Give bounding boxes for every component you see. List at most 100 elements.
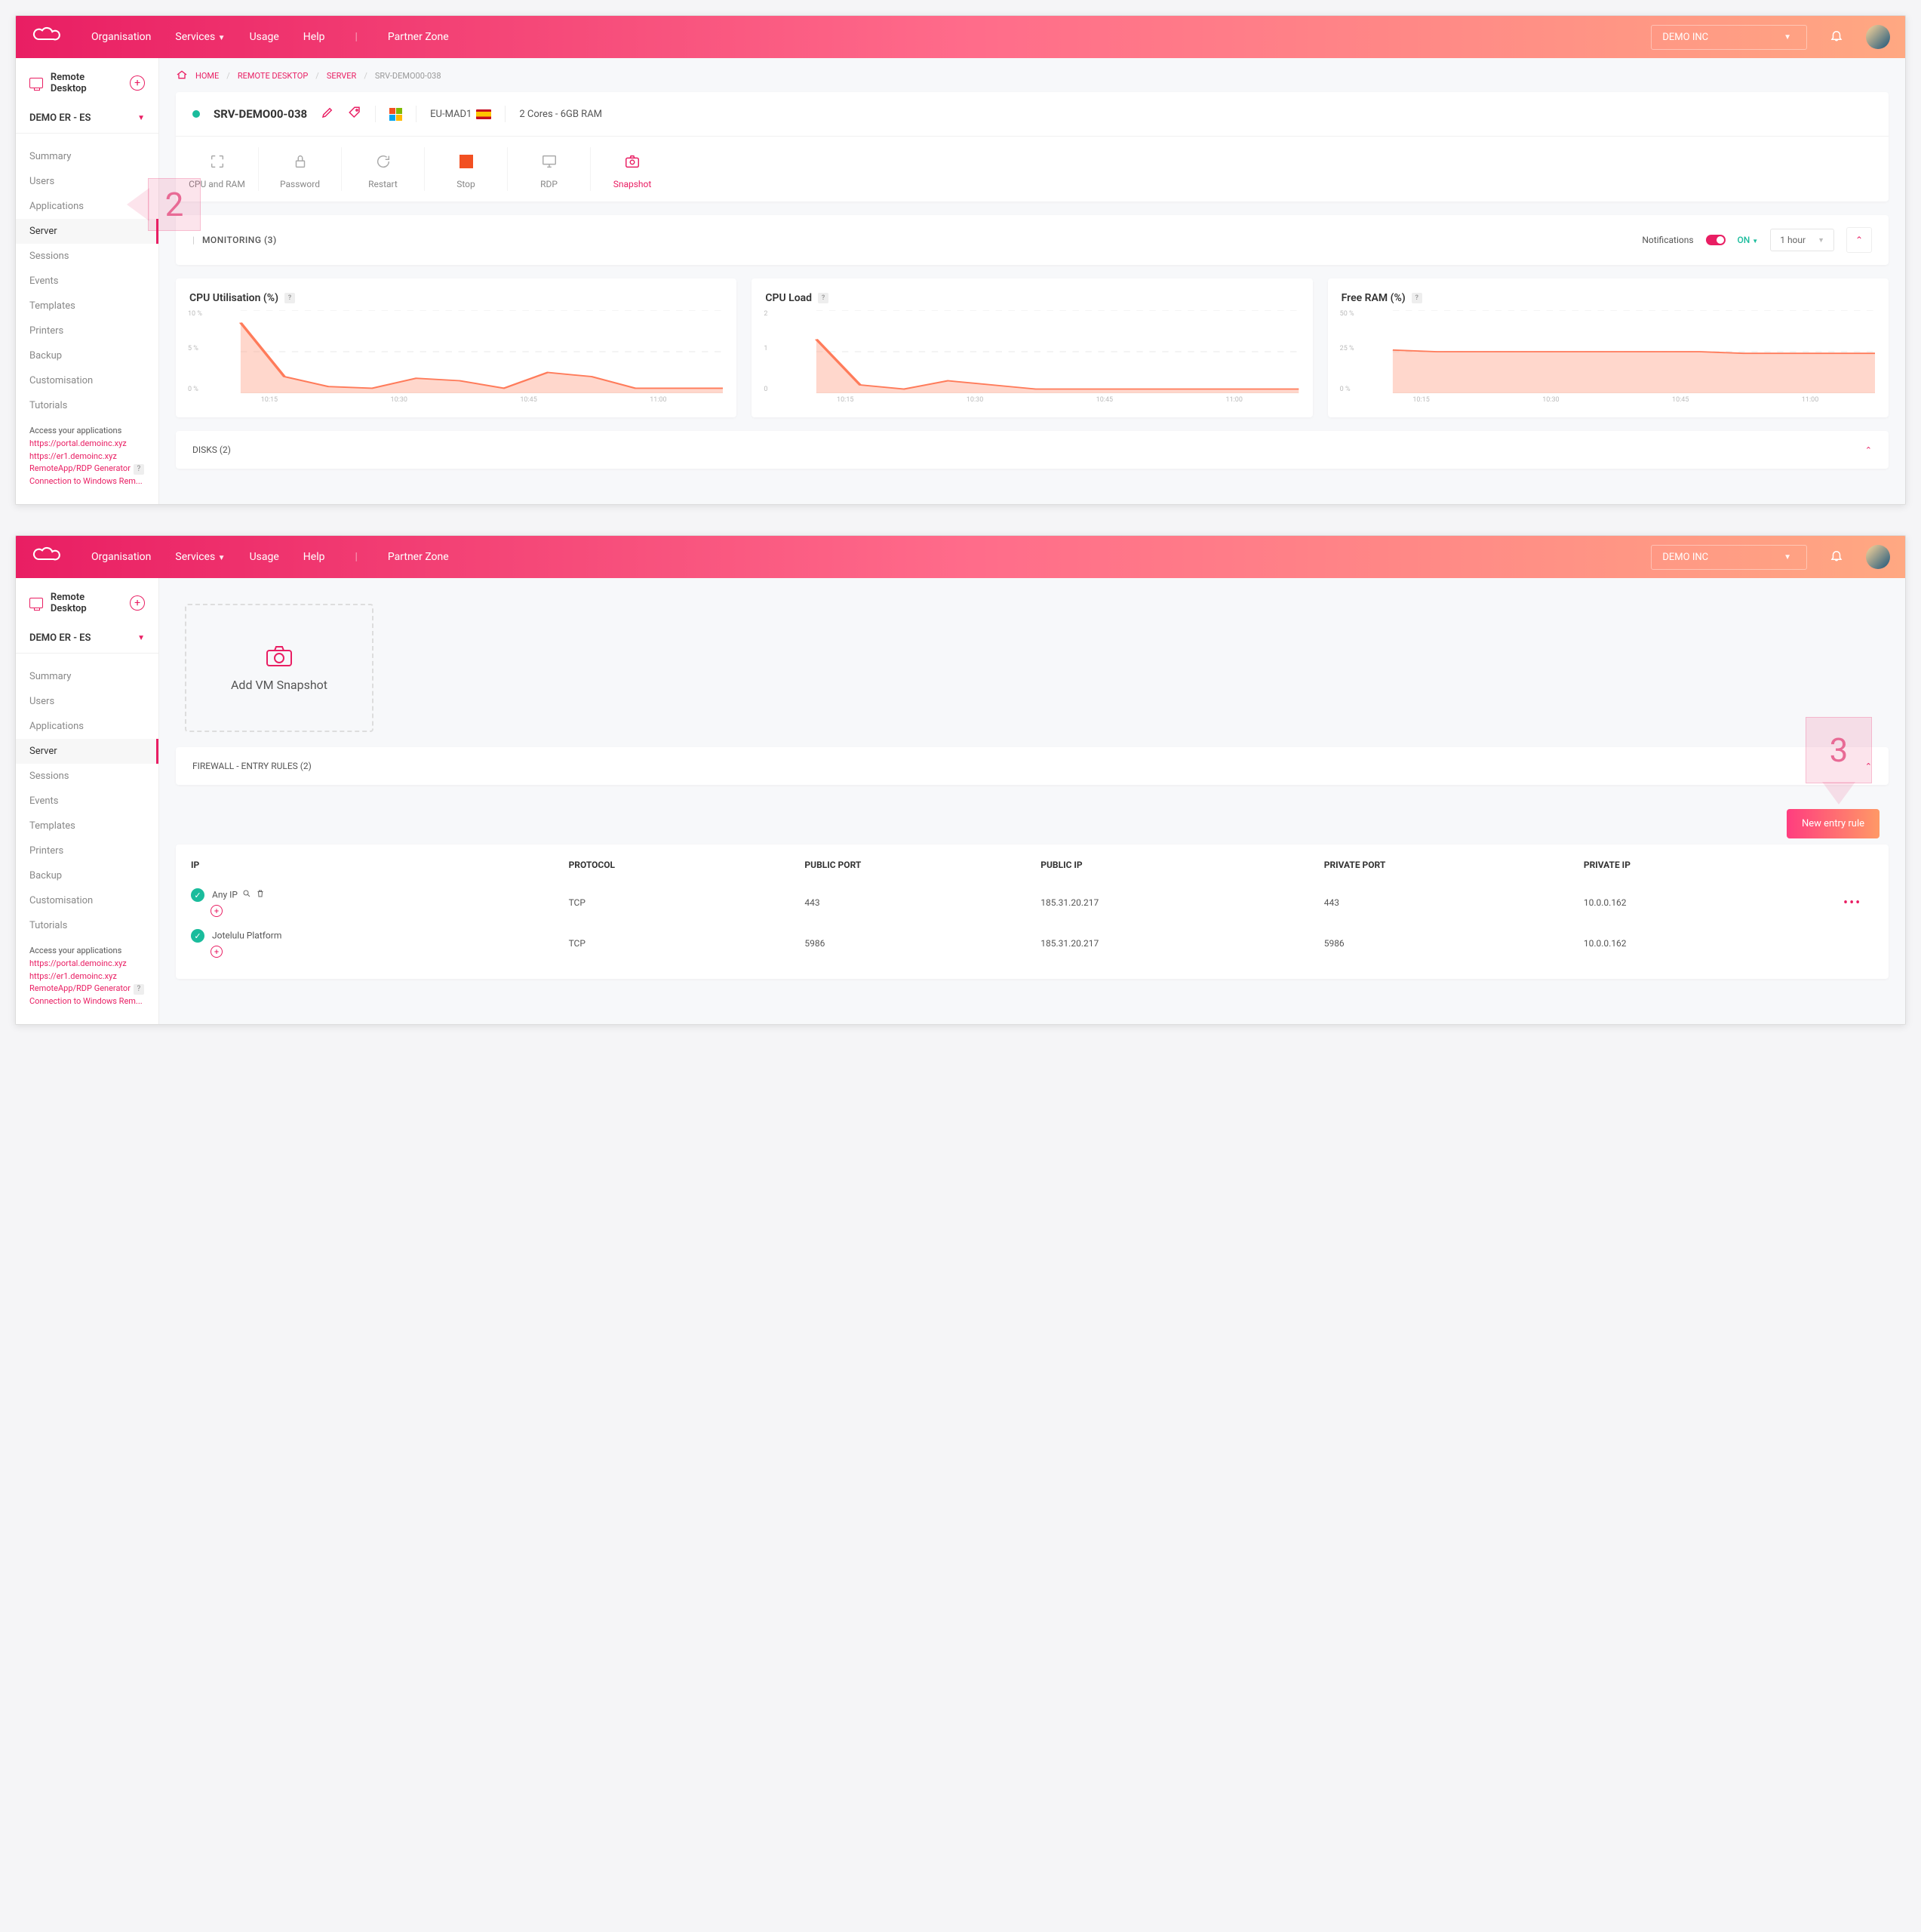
avatar[interactable] — [1866, 545, 1890, 569]
cell-private-ip: 10.0.0.162 — [1584, 938, 1843, 949]
nav-partner-zone[interactable]: Partner Zone — [388, 31, 449, 43]
access-link[interactable]: RemoteApp/RDP Generator? — [29, 983, 145, 995]
col-public-port: PUBLIC PORT — [804, 860, 1040, 870]
screenshot-monitoring: Organisation Services ▼ Usage Help | Par… — [15, 15, 1906, 505]
sidebar-item-templates[interactable]: Templates — [16, 294, 158, 318]
chevron-down-icon: ▼ — [1784, 33, 1791, 42]
sidebar-item-events[interactable]: Events — [16, 269, 158, 294]
org-dropdown-label: DEMO INC — [1662, 32, 1708, 43]
sidebar-item-printers[interactable]: Printers — [16, 838, 158, 863]
account-selector[interactable]: DEMO ER - ES ▼ — [16, 105, 158, 134]
sidebar-item-templates[interactable]: Templates — [16, 814, 158, 838]
col-public-ip: PUBLIC IP — [1040, 860, 1323, 870]
help-icon[interactable]: ? — [1412, 293, 1422, 303]
sidebar-title: Remote Desktop — [51, 72, 122, 94]
sidebar-item-users[interactable]: Users — [16, 689, 158, 714]
crumb-rd[interactable]: REMOTE DESKTOP — [238, 71, 308, 81]
sidebar-item-summary[interactable]: Summary — [16, 664, 158, 689]
sidebar-item-server[interactable]: Server — [16, 219, 158, 244]
action-restart[interactable]: Restart — [342, 147, 425, 191]
help-icon[interactable]: ? — [284, 293, 295, 303]
add-button[interactable]: + — [130, 595, 145, 611]
sidebar-item-applications[interactable]: Applications — [16, 714, 158, 739]
collapse-icon[interactable]: ⌃ — [1865, 445, 1872, 455]
access-links-block: Access your applications https://portal.… — [16, 418, 158, 495]
nav-help[interactable]: Help — [303, 551, 325, 563]
action-snapshot[interactable]: Snapshot — [591, 147, 674, 191]
disks-label: DISKS (2) — [192, 445, 231, 455]
avatar[interactable] — [1866, 25, 1890, 49]
restart-icon — [342, 150, 424, 173]
camera-icon — [591, 150, 674, 173]
add-button[interactable]: + — [130, 75, 145, 91]
sidebar-item-tutorials[interactable]: Tutorials — [16, 393, 158, 418]
access-link[interactable]: RemoteApp/RDP Generator? — [29, 463, 145, 475]
sidebar-item-sessions[interactable]: Sessions — [16, 764, 158, 789]
org-dropdown[interactable]: DEMO INC ▼ — [1651, 25, 1807, 50]
access-link[interactable]: https://er1.demoinc.xyz — [29, 971, 145, 983]
account-label: DEMO ER - ES — [29, 112, 91, 124]
collapse-button[interactable]: ⌃ — [1846, 227, 1872, 253]
sidebar-item-backup[interactable]: Backup — [16, 343, 158, 368]
nav-divider: | — [355, 31, 357, 43]
account-selector[interactable]: DEMO ER - ES ▼ — [16, 625, 158, 654]
nav-usage[interactable]: Usage — [250, 551, 279, 563]
chevron-down-icon: ▼ — [1818, 236, 1824, 245]
crumb-server[interactable]: SERVER — [327, 71, 357, 81]
edit-icon[interactable] — [321, 106, 334, 122]
table-header: IP PROTOCOL PUBLIC PORT PUBLIC IP PRIVAT… — [185, 852, 1880, 882]
time-range-select[interactable]: 1 hour▼ — [1770, 229, 1834, 251]
nav-services[interactable]: Services ▼ — [175, 31, 225, 43]
new-entry-rule-button[interactable]: New entry rule — [1787, 809, 1880, 838]
nav-partner-zone[interactable]: Partner Zone — [388, 551, 449, 563]
sidebar-item-tutorials[interactable]: Tutorials — [16, 913, 158, 938]
org-dropdown[interactable]: DEMO INC ▼ — [1651, 545, 1807, 570]
add-ip-button[interactable]: + — [211, 905, 223, 917]
nav-usage[interactable]: Usage — [250, 31, 279, 43]
action-password[interactable]: Password — [259, 147, 342, 191]
crumb-home[interactable]: HOME — [195, 71, 219, 81]
access-link[interactable]: Connection to Windows Rem... — [29, 475, 145, 488]
home-icon[interactable] — [176, 70, 188, 82]
access-link[interactable]: Connection to Windows Rem... — [29, 995, 145, 1008]
access-link[interactable]: https://portal.demoinc.xyz — [29, 958, 145, 971]
add-ip-button[interactable]: + — [211, 946, 223, 958]
more-icon[interactable]: ••• — [1843, 895, 1873, 911]
table-row: ✓Jotelulu Platform + TCP 5986 185.31.20.… — [185, 923, 1880, 964]
monitoring-bar: | MONITORING (3) Notifications ON ▼ 1 ho… — [176, 215, 1889, 265]
trash-icon[interactable] — [256, 889, 265, 898]
help-icon[interactable]: ? — [818, 293, 828, 303]
sidebar-item-printers[interactable]: Printers — [16, 318, 158, 343]
notifications-toggle[interactable] — [1706, 235, 1726, 245]
sidebar-item-customisation[interactable]: Customisation — [16, 888, 158, 913]
search-icon[interactable] — [242, 889, 251, 898]
nav-help[interactable]: Help — [303, 31, 325, 43]
cell-private-port: 5986 — [1324, 938, 1584, 949]
nav-organisation[interactable]: Organisation — [91, 551, 151, 563]
sidebar-item-events[interactable]: Events — [16, 789, 158, 814]
spec-label: 2 Cores - 6GB RAM — [519, 109, 602, 120]
action-stop[interactable]: Stop — [425, 147, 508, 191]
action-rdp[interactable]: RDP — [508, 147, 591, 191]
nav-organisation[interactable]: Organisation — [91, 31, 151, 43]
add-snapshot-button[interactable]: Add VM Snapshot — [185, 604, 373, 732]
bell-icon[interactable] — [1830, 549, 1843, 565]
bell-icon[interactable] — [1830, 29, 1843, 45]
firewall-label: FIREWALL - ENTRY RULES (2) — [192, 761, 312, 771]
access-link[interactable]: https://er1.demoinc.xyz — [29, 451, 145, 463]
sidebar-item-backup[interactable]: Backup — [16, 863, 158, 888]
sidebar-item-server[interactable]: Server — [16, 739, 158, 764]
firewall-panel-header[interactable]: FIREWALL - ENTRY RULES (2) ⌃ — [176, 747, 1889, 785]
access-link[interactable]: https://portal.demoinc.xyz — [29, 438, 145, 451]
help-icon[interactable]: ? — [134, 984, 144, 995]
sidebar-item-customisation[interactable]: Customisation — [16, 368, 158, 393]
sidebar-item-sessions[interactable]: Sessions — [16, 244, 158, 269]
disks-panel[interactable]: DISKS (2) ⌃ — [176, 431, 1889, 469]
sidebar: Remote Desktop + DEMO ER - ES ▼ SummaryU… — [16, 58, 159, 504]
chevron-down-icon: ▼ — [137, 114, 145, 122]
help-icon[interactable]: ? — [134, 464, 144, 475]
nav-services[interactable]: Services ▼ — [175, 551, 225, 563]
sidebar-item-summary[interactable]: Summary — [16, 144, 158, 169]
chart-x-axis: 10:1510:3010:4511:00 — [189, 396, 723, 404]
tag-icon[interactable] — [348, 106, 361, 122]
